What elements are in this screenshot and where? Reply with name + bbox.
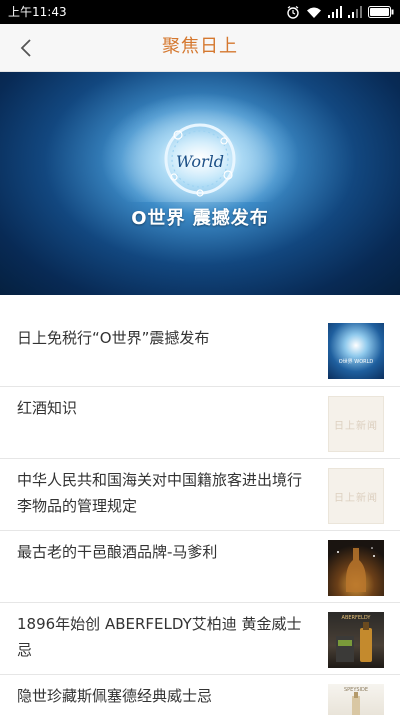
battery-icon — [368, 6, 394, 18]
cognac-bottle-thumbnail — [328, 540, 384, 596]
news-item[interactable]: 隐世珍藏斯佩塞德经典威士忌 SPEYSIDE — [0, 675, 400, 715]
news-title: 隐世珍藏斯佩塞德经典威士忌 — [17, 687, 213, 705]
thumb-text: 日上新闻 — [334, 492, 378, 504]
aberfeldy-thumbnail: ABERFELDY — [328, 612, 384, 668]
news-title: 日上免税行“O世界”震撼发布 — [17, 329, 210, 347]
placeholder-thumbnail: 日上新闻 — [328, 468, 384, 524]
news-item[interactable]: 中华人民共和国海关对中国籍旅客进出境行李物品的管理规定 日上新闻 — [0, 459, 400, 531]
news-item[interactable]: 红酒知识 日上新闻 — [0, 387, 400, 459]
news-item[interactable]: 最古老的干邑酿酒品牌-马爹利 — [0, 531, 400, 603]
app-header: 聚焦日上 — [0, 24, 400, 72]
status-bar: 上午11:43 — [0, 0, 400, 24]
thumb-text: O世界 WORLD — [338, 359, 374, 365]
alarm-icon — [287, 6, 299, 19]
o-world-thumbnail: O世界 WORLD — [328, 323, 384, 379]
thumb-text: ABERFELDY — [341, 615, 371, 621]
news-list: 日上免税行“O世界”震撼发布 O世界 WORLD 红酒知识 日上新闻 中华人民共… — [0, 295, 400, 715]
status-time: 上午11:43 — [8, 5, 67, 19]
o-world-logo: World — [164, 123, 236, 197]
signal-icon-2 — [348, 6, 362, 18]
banner-caption: O世界 震撼发布 — [131, 208, 269, 229]
signal-icon-1 — [328, 6, 342, 18]
news-title: 中华人民共和国海关对中国籍旅客进出境行李物品的管理规定 — [17, 471, 303, 515]
status-icons — [286, 0, 394, 24]
banner-carousel[interactable]: World O世界 震撼发布 — [0, 72, 400, 295]
news-item[interactable]: 1896年始创 ABERFELDY艾柏迪 黄金威士忌 ABERFELDY — [0, 603, 400, 675]
news-title: 最古老的干邑酿酒品牌-马爹利 — [17, 543, 218, 561]
bottle-icon — [337, 547, 375, 592]
whisky-thumbnail: SPEYSIDE — [328, 684, 384, 715]
thumb-text: 日上新闻 — [334, 420, 378, 432]
page-title: 聚焦日上 — [162, 36, 238, 57]
wifi-icon — [307, 7, 321, 18]
news-title: 红酒知识 — [17, 399, 78, 417]
logo-text: World — [176, 152, 224, 171]
news-title: 1896年始创 ABERFELDY艾柏迪 黄金威士忌 — [17, 615, 302, 659]
placeholder-thumbnail: 日上新闻 — [328, 396, 384, 452]
thumb-text: SPEYSIDE — [343, 687, 369, 693]
news-item[interactable]: 日上免税行“O世界”震撼发布 O世界 WORLD — [0, 295, 400, 387]
